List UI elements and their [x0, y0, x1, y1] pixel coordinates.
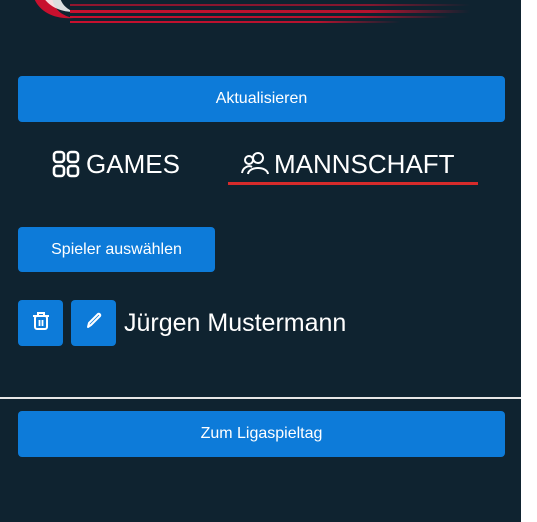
divider	[0, 397, 521, 399]
page-edge	[521, 0, 537, 522]
league-matchday-button[interactable]: Zum Ligaspieltag	[18, 411, 505, 457]
tab-games-label: GAMES	[86, 148, 180, 179]
player-name: Jürgen Mustermann	[124, 309, 347, 337]
delete-player-button[interactable]	[18, 300, 63, 346]
refresh-button-label: Aktualisieren	[215, 90, 308, 107]
active-tab-indicator	[228, 182, 478, 185]
grid-icon	[52, 150, 80, 178]
refresh-button[interactable]: Aktualisieren	[18, 76, 505, 122]
select-players-button[interactable]: Spieler auswählen	[18, 227, 215, 272]
tab-games[interactable]: GAMES	[52, 144, 180, 184]
trash-icon	[32, 311, 50, 336]
edit-player-button[interactable]	[71, 300, 116, 346]
tab-mannschaft-label: MANNSCHAFT	[274, 148, 455, 179]
select-players-button-label: Spieler auswählen	[51, 240, 182, 258]
league-matchday-button-label: Zum Ligaspieltag	[200, 425, 323, 442]
main-panel: Aktualisieren GAMES MANNSCHAFT Spieler a…	[0, 0, 521, 522]
tab-mannschaft[interactable]: MANNSCHAFT	[240, 144, 455, 184]
pencil-icon	[84, 311, 104, 336]
red-swoosh-logo	[35, 0, 470, 23]
users-icon	[240, 151, 270, 177]
